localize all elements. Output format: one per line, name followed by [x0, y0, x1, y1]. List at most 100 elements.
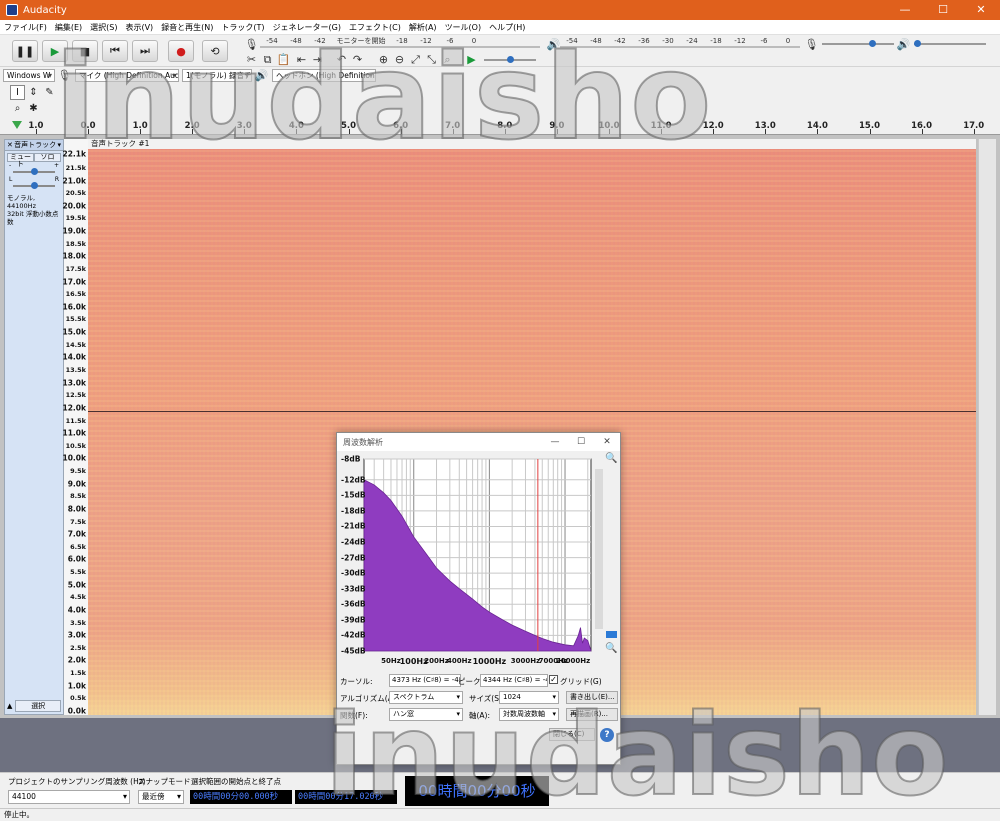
function-select[interactable]: ハン窓 — [389, 708, 463, 721]
play-at-speed-icon[interactable]: ▶ — [464, 52, 479, 67]
menu-item-10[interactable]: ヘルプ(H) — [485, 22, 529, 33]
frequency-axis-label: 0.0k — [67, 706, 86, 716]
playback-volume-slider[interactable] — [914, 43, 986, 45]
menu-item-3[interactable]: 表示(V) — [121, 22, 157, 33]
menu-item-6[interactable]: ジェネレーター(G) — [269, 22, 345, 33]
recording-channels-select[interactable]: 1(モノラル) 録音チャ — [182, 69, 252, 82]
status-bar: 停止中。 — [0, 808, 1000, 821]
pan-knob[interactable] — [31, 182, 38, 189]
playback-meter[interactable]: -54 -48 -42 -36 -30 -24 -18 -12 -6 0 — [560, 36, 800, 48]
zoom-in-icon[interactable]: ⊕ — [376, 52, 391, 67]
copy-icon[interactable]: ⧉ — [260, 52, 275, 67]
play-speed-knob[interactable] — [507, 56, 514, 63]
hz-axis-label: 1000Hz — [472, 657, 507, 666]
record-button[interactable]: ● — [168, 40, 194, 62]
gain-slider[interactable]: - + — [9, 162, 59, 176]
db-axis-label: -21dB — [341, 521, 366, 531]
playback-volume-knob[interactable] — [914, 40, 921, 47]
cut-icon[interactable]: ✂ — [244, 52, 259, 67]
dialog-maximize-button[interactable]: ☐ — [568, 437, 594, 447]
pan-slider[interactable]: L R — [9, 176, 59, 190]
envelope-tool-icon[interactable]: ⇕ — [26, 85, 41, 100]
maximize-button[interactable]: ☐ — [924, 0, 962, 20]
playback-device-select[interactable]: ヘッドホン (High Definition Au — [272, 69, 376, 82]
play-button[interactable]: ▶ — [42, 40, 68, 62]
help-icon[interactable]: ? — [600, 728, 614, 742]
dialog-close-icon[interactable]: ✕ — [594, 437, 620, 447]
skip-to-start-button[interactable]: ⏮ — [102, 40, 128, 62]
stop-button[interactable]: ■ — [72, 40, 98, 62]
zoom-slider-marker[interactable] — [606, 631, 617, 638]
draw-tool-icon[interactable]: ✎ — [42, 85, 57, 100]
spectrum-svg[interactable] — [337, 451, 622, 666]
menu-item-7[interactable]: エフェクト(C) — [345, 22, 405, 33]
db-axis-label: -18dB — [341, 506, 366, 516]
frequency-axis-label: 3.0k — [67, 630, 86, 640]
track-header: ✕ 音声トラック ▾ — [5, 140, 63, 151]
vertical-zoom-in-icon[interactable]: 🔍 — [605, 453, 617, 464]
menu-item-8[interactable]: 解析(A) — [405, 22, 441, 33]
play-head-icon[interactable] — [12, 121, 22, 129]
vertical-zoom-out-icon[interactable]: 🔍 — [605, 643, 617, 654]
track-bitdepth-label: 32bit 浮動小数点数 — [7, 210, 59, 226]
menu-item-2[interactable]: 選択(S) — [86, 22, 121, 33]
collapse-track-icon[interactable]: ▲ — [7, 702, 12, 710]
record-volume-slider[interactable] — [822, 43, 894, 45]
track-close-icon[interactable]: ✕ — [7, 141, 13, 149]
record-volume-knob[interactable] — [869, 40, 876, 47]
menu-item-4[interactable]: 録音と再生(N) — [157, 22, 217, 33]
loop-button[interactable]: ⟲ — [202, 40, 228, 62]
ruler-tick-mark — [244, 129, 246, 134]
solo-button[interactable]: ソロ — [34, 153, 61, 162]
dialog-vertical-scrollbar[interactable] — [595, 469, 603, 629]
multi-tool-icon[interactable]: ✱ — [26, 101, 41, 116]
fit-project-icon[interactable]: ⤡ — [424, 52, 439, 67]
record-meter[interactable]: -54 -48 -42 モニターを開始 -18 -12 -6 0 — [260, 36, 540, 48]
close-window-button[interactable]: ✕ — [962, 0, 1000, 20]
vertical-scrollbar[interactable] — [978, 139, 996, 715]
title-bar: Audacity — ☐ ✕ — [0, 0, 1000, 20]
dialog-minimize-button[interactable]: — — [542, 437, 568, 447]
frequency-axis-label: 11.5k — [65, 416, 86, 425]
select-track-button[interactable]: 選択 — [15, 700, 61, 712]
spectrum-plot[interactable]: -8dB -12dB -15dB -18dB -21dB -24dB -27dB -30dB -… — [337, 451, 622, 666]
snap-mode-select[interactable]: 最近傍 — [138, 790, 184, 804]
selection-start-time[interactable]: 00時間00分00.000秒 — [190, 790, 292, 804]
skip-to-end-button[interactable]: ⏭ — [132, 40, 158, 62]
zoom-toggle-icon[interactable]: ⌕ — [440, 52, 455, 67]
audio-position-display[interactable]: 00時間00分00秒 — [405, 776, 549, 806]
menu-item-0[interactable]: ファイル(F) — [0, 22, 51, 33]
recording-device-select[interactable]: マイク (High Definition Audio — [75, 69, 179, 82]
pause-button[interactable]: ❚❚ — [12, 40, 38, 62]
gain-knob[interactable] — [31, 168, 38, 175]
project-rate-select[interactable]: 44100 — [8, 790, 130, 804]
silence-icon[interactable]: ⇥ — [310, 52, 325, 67]
minimize-button[interactable]: — — [886, 0, 924, 20]
zoom-out-icon[interactable]: ⊖ — [392, 52, 407, 67]
selection-end-time[interactable]: 00時間00分17.020秒 — [295, 790, 397, 804]
audio-host-select[interactable]: Windows W — [3, 69, 55, 82]
ruler-tick-mark — [713, 129, 715, 134]
menu-item-1[interactable]: 編集(E) — [51, 22, 86, 33]
algorithm-select[interactable]: スペクトラム — [389, 691, 463, 704]
menu-item-5[interactable]: トラック(T) — [217, 22, 268, 33]
mute-button[interactable]: ミュート — [7, 153, 34, 168]
timeline-ruler[interactable]: 1.0 0.0 1.0 2.0 3.0 4.0 5.0 6.0 7.0 8.0 9.0 10.0 11.… — [0, 117, 1000, 135]
track-menu-chevron-icon[interactable]: ▾ — [57, 141, 61, 149]
trim-icon[interactable]: ⇤ — [294, 52, 309, 67]
grid-checkbox[interactable]: ✓ — [549, 675, 558, 684]
zoom-tool-icon[interactable]: ⌕ — [10, 101, 25, 116]
fit-selection-icon[interactable]: ⤢ — [408, 52, 423, 67]
axis-select[interactable]: 対数周波数軸 — [499, 708, 559, 721]
undo-icon[interactable]: ↶ — [334, 52, 349, 67]
track-menu-button[interactable]: 音声トラック — [14, 140, 56, 150]
redo-icon[interactable]: ↷ — [350, 52, 365, 67]
redraw-button[interactable]: 再描画(R)... — [566, 708, 618, 721]
cursor-value-field: 4373 Hz (C♯8) = -42 — [389, 674, 461, 687]
export-button[interactable]: 書き出し(E)... — [566, 691, 618, 704]
size-select[interactable]: 1024 — [499, 691, 559, 704]
paste-icon[interactable]: 📋 — [276, 52, 291, 67]
selection-tool-icon[interactable]: I — [10, 85, 25, 100]
dialog-close-button[interactable]: 閉じる(C) — [549, 728, 595, 741]
menu-item-9[interactable]: ツール(O) — [441, 22, 486, 33]
